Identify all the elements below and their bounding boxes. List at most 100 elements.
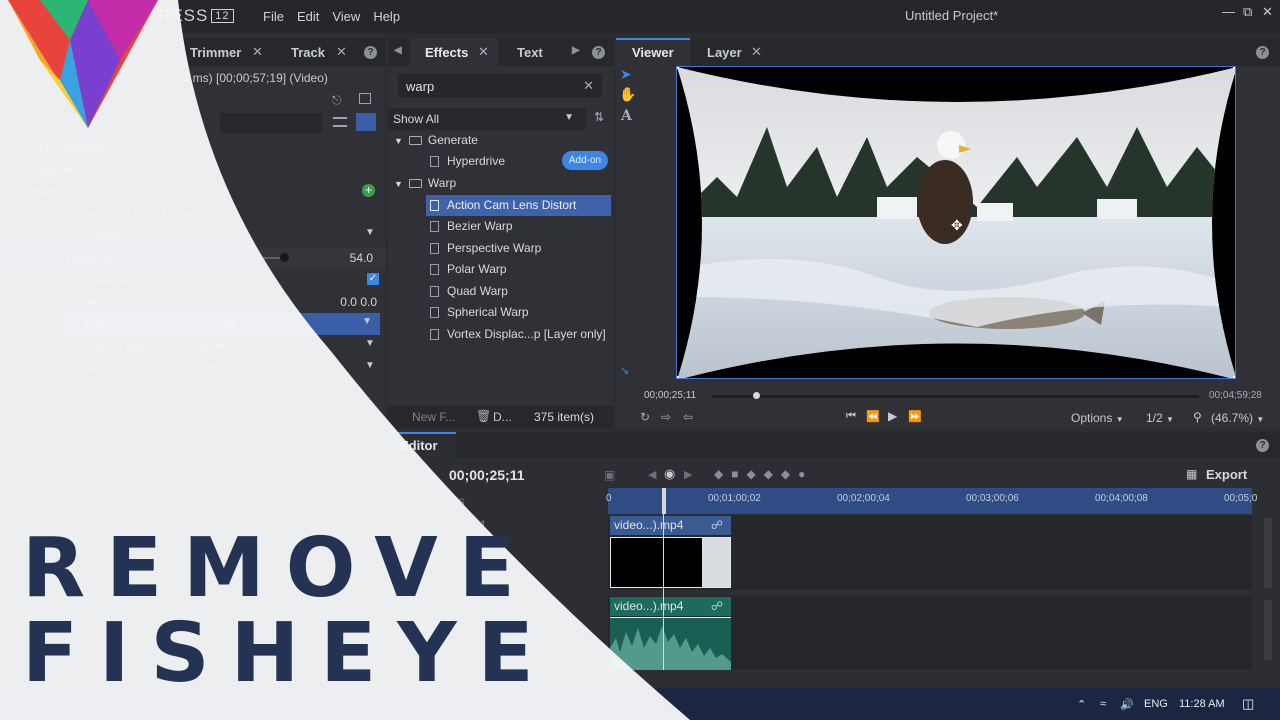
scrubber-handle[interactable] — [752, 392, 760, 399]
notifications-icon[interactable]: ◫ — [1242, 696, 1254, 712]
tab-trimmer[interactable]: Trimmer — [190, 45, 241, 60]
trash-icon[interactable]: 🗑 — [476, 409, 491, 423]
zoom-dropdown[interactable]: (46.7%) ▼ — [1211, 411, 1264, 425]
tab-effects[interactable]: Effects — [425, 45, 468, 60]
row-preset[interactable]: Preset ▼ — [0, 225, 385, 247]
menu-edit[interactable]: Edit — [297, 9, 319, 24]
help-icon[interactable]: ? — [1256, 439, 1269, 452]
next-keyframe-icon[interactable]: ▶ — [684, 468, 692, 481]
viewer-canvas[interactable]: ✥ — [676, 66, 1236, 379]
prev-keyframe-icon[interactable]: ◀ — [648, 468, 656, 481]
chevron-down-icon[interactable]: ▼ — [365, 360, 375, 371]
select-tool-icon[interactable]: ➤ — [620, 66, 632, 83]
hand-tool-icon[interactable]: ✋ — [619, 86, 636, 103]
help-icon[interactable]: ? — [1256, 46, 1269, 59]
delete-button[interactable]: D... — [493, 410, 512, 424]
help-icon[interactable]: ? — [592, 46, 605, 59]
clear-search-icon[interactable]: ✕ — [583, 78, 594, 94]
add-keyframe-icon[interactable]: ◉ — [664, 466, 675, 482]
marker-icon[interactable]: ▣ — [604, 468, 615, 482]
corner-handle[interactable] — [677, 376, 679, 378]
close-icon[interactable]: ✕ — [252, 44, 263, 60]
options-dropdown[interactable]: Options ▼ — [1071, 411, 1124, 425]
help-icon[interactable]: ? — [364, 46, 377, 59]
menu-file[interactable]: File — [263, 9, 284, 24]
import-icon[interactable]: ⇦ — [683, 410, 693, 424]
vertical-scrollbar[interactable] — [1264, 518, 1272, 588]
row-wrap[interactable]: Wrap Off ▼ — [0, 357, 385, 379]
loop-icon[interactable]: ↻ — [640, 410, 650, 424]
list-view-icon[interactable] — [333, 117, 347, 127]
link-icon[interactable]: ☍ — [711, 516, 723, 535]
keyframe-tools-icon[interactable]: ◆■◆◆◆● — [714, 467, 813, 481]
effect-quad-warp[interactable]: Quad Warp — [430, 281, 508, 302]
anchor-point-icon[interactable]: ✥ — [951, 217, 963, 234]
row-grid-properties[interactable]: Grid Properties — [0, 137, 385, 159]
pin-icon[interactable]: ⎋ — [332, 93, 342, 108]
tab-editor[interactable]: Editor — [400, 438, 438, 453]
wifi-icon[interactable]: ≈ — [1100, 698, 1106, 710]
resize-icon[interactable]: ↘ — [620, 364, 629, 377]
layout-icon[interactable] — [359, 93, 371, 104]
row-effects[interactable]: Effects + — [0, 181, 385, 203]
step-forward-icon[interactable]: ⏩ — [908, 410, 922, 423]
play-icon[interactable]: ▶ — [888, 409, 897, 423]
chevron-down-icon[interactable]: ▼ — [365, 338, 375, 349]
language-indicator[interactable]: ENG — [1144, 698, 1168, 710]
close-icon[interactable]: ✕ — [751, 44, 762, 60]
show-all-dropdown[interactable]: Show All ▼ — [388, 108, 586, 130]
zoom-icon[interactable]: ⚲ — [1193, 410, 1202, 424]
viewer-scrubber[interactable] — [712, 395, 1199, 398]
resolution-dropdown[interactable]: 1/2 ▼ — [1146, 411, 1174, 425]
sort-icon[interactable]: ⇅ — [594, 110, 604, 124]
timeline-ruler[interactable]: 0 00;01;00;02 00;02;00;04 00;03;00;06 00… — [606, 488, 1257, 514]
row-transform[interactable]: Transform — [0, 159, 385, 181]
send-icon[interactable]: ⇨ — [661, 410, 671, 424]
menu-help[interactable]: Help — [373, 9, 400, 24]
group-generate[interactable]: ▼ Generate — [394, 130, 478, 151]
effects-search-input[interactable]: warp ✕ — [398, 74, 602, 98]
reverse-checkbox[interactable]: ✓ — [367, 273, 379, 285]
group-warp[interactable]: ▼ Warp — [394, 173, 456, 194]
tab-track[interactable]: Track — [291, 45, 325, 60]
clock[interactable]: 11:28 AM — [1179, 698, 1225, 710]
audio-waveform[interactable] — [610, 617, 731, 670]
tab-layer[interactable]: Layer — [707, 45, 742, 60]
row-center[interactable]: Center 0.0 0.0 — [0, 291, 385, 313]
distortion-slider[interactable] — [196, 257, 286, 259]
playhead-handle[interactable] — [662, 488, 666, 514]
chevron-right-icon[interactable]: ▶ — [572, 45, 580, 56]
slider-handle[interactable] — [280, 253, 289, 262]
row-layer-frame[interactable]: Layer Frame None ▼ — [0, 335, 385, 357]
link-icon[interactable]: ☍ — [711, 597, 723, 616]
effect-polar-warp[interactable]: Polar Warp — [430, 259, 507, 280]
new-folder-button[interactable]: New F... — [412, 410, 455, 424]
audio-clip-header[interactable]: video...).mp4 ☍ — [610, 597, 731, 616]
video-clip-header[interactable]: video...).mp4 ☍ — [610, 516, 731, 535]
addon-badge[interactable]: Add-on — [562, 151, 608, 170]
effect-perspective-warp[interactable]: Perspective Warp — [430, 238, 541, 259]
minimize-icon[interactable]: — — [1222, 4, 1235, 19]
step-back-icon[interactable]: ⏪ — [866, 410, 880, 423]
menu-view[interactable]: View — [332, 9, 360, 24]
export-button[interactable]: Export — [1206, 467, 1247, 482]
chevron-up-icon[interactable]: ⌃ — [1077, 698, 1086, 711]
add-effect-icon[interactable]: + — [362, 184, 375, 197]
video-clip-thumbnail[interactable] — [610, 537, 731, 588]
effect-action-cam-lens-distort[interactable]: Action Cam Lens Distort — [426, 195, 611, 216]
tab-viewer[interactable]: Viewer — [632, 45, 674, 60]
row-distortion[interactable]: Distortion 54.0 — [0, 247, 385, 269]
chevron-left-icon[interactable]: ◀ — [394, 45, 402, 56]
close-icon[interactable]: ✕ — [478, 44, 489, 60]
effect-spherical-warp[interactable]: Spherical Warp — [430, 302, 529, 323]
vertical-scrollbar[interactable] — [1264, 600, 1272, 660]
corner-handle[interactable] — [1233, 376, 1235, 378]
export-icon[interactable]: ▦ — [1186, 467, 1197, 481]
close-icon[interactable]: ✕ — [336, 44, 347, 60]
effect-hyperdrive[interactable]: Hyperdrive — [430, 151, 505, 172]
chevron-down-icon[interactable]: ▼ — [362, 316, 372, 327]
chevron-down-icon[interactable]: ▼ — [365, 227, 375, 238]
row-reverse[interactable]: Reverse ✓ — [0, 269, 385, 291]
volume-icon[interactable]: 🔊 — [1120, 698, 1134, 711]
go-start-icon[interactable]: ⏮ — [846, 410, 856, 423]
